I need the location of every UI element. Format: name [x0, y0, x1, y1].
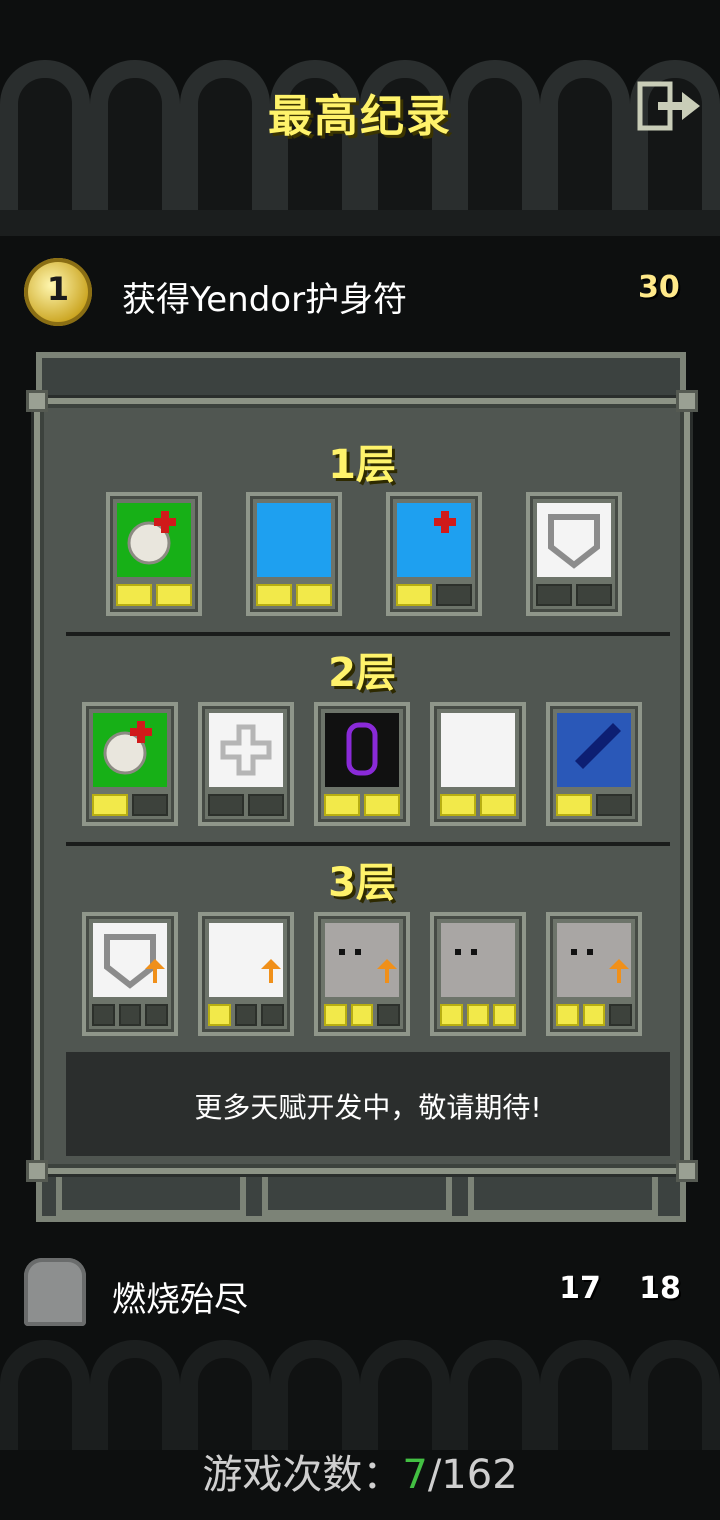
tier-3-title: 3层 [328, 860, 396, 906]
talent-face-shield-slot[interactable] [430, 912, 526, 1036]
hero-level: 30 [638, 270, 680, 305]
talent-point-empty [536, 584, 572, 606]
talent-rocket-eye-icon [557, 713, 631, 787]
talent-point-filled [364, 794, 400, 816]
record-row[interactable]: 1 获得Yendor护身符 30 [0, 258, 720, 328]
talent-purple-key-slot[interactable] [314, 702, 410, 826]
talent-points [256, 584, 332, 606]
talent-face-up-icon [325, 923, 399, 997]
tier-1-title: 1层 [328, 442, 396, 488]
games-won-count: 7 [402, 1452, 428, 1498]
talent-face-shield-icon [441, 923, 515, 997]
talent-point-filled [324, 1004, 347, 1026]
talent-points [92, 794, 168, 816]
talent-armor-up-slot[interactable] [82, 912, 178, 1036]
talent-points [92, 1004, 169, 1026]
talent-point-filled [556, 794, 592, 816]
talent-armor-shield-slot[interactable] [526, 492, 622, 616]
talent-purple-key-icon [325, 713, 399, 787]
talent-points [556, 1004, 633, 1026]
page-title: 最高纪录 [268, 91, 452, 142]
exit-icon [637, 81, 700, 131]
games-played-label: 游戏次数： [202, 1452, 403, 1498]
record-description: 获得Yendor护身符 [122, 280, 408, 320]
talent-points [324, 1004, 401, 1026]
talent-point-filled [493, 1004, 517, 1026]
talent-point-empty [208, 794, 244, 816]
coming-soon-bar: 更多天赋开发中，敬请期待! [66, 1052, 670, 1156]
talent-point-empty [576, 584, 612, 606]
tombstone-icon [24, 1258, 86, 1326]
talent-cross-slot[interactable] [198, 702, 294, 826]
talent-rocket-eye-slot[interactable] [546, 702, 642, 826]
record-description: 燃烧殆尽 [112, 1280, 248, 1320]
talent-point-empty [145, 1004, 169, 1026]
talents-window: 1层 2层 3层 更多天赋开发中，敬请期待! [26, 390, 698, 1182]
talent-armor-up-icon [93, 923, 167, 997]
talent-id-heal-slot[interactable] [386, 492, 482, 616]
talent-point-filled [350, 1004, 374, 1026]
talent-point-filled [208, 1004, 231, 1026]
tier-2-title: 2层 [328, 650, 396, 696]
talent-weapon-armor-id-icon [257, 503, 331, 577]
talent-point-filled [440, 1004, 463, 1026]
talent-heal-armor-icon [93, 713, 167, 787]
talent-skulls-icon [441, 713, 515, 787]
talent-points [556, 794, 632, 816]
talent-point-filled [556, 1004, 579, 1026]
talent-face-up-2-icon [557, 923, 631, 997]
talent-point-empty [92, 1004, 115, 1026]
divider [66, 632, 670, 636]
talent-point-filled [396, 584, 432, 606]
talent-points [208, 794, 284, 816]
exit-button[interactable] [636, 80, 704, 132]
talent-point-empty [234, 1004, 258, 1026]
talent-weapons-up-slot[interactable] [198, 912, 294, 1036]
talent-cross-icon [209, 713, 283, 787]
talent-point-empty [609, 1004, 633, 1026]
talent-face-up-2-slot[interactable] [546, 912, 642, 1036]
rank-number: 1 [46, 270, 70, 308]
talent-points [116, 584, 192, 606]
amulet-icon: 1 [24, 258, 92, 326]
talent-skulls-slot[interactable] [430, 702, 526, 826]
talent-point-filled [116, 584, 152, 606]
hero-level: 18 [639, 1271, 681, 1306]
talent-points [324, 794, 400, 816]
talent-weapon-armor-id-slot[interactable] [246, 492, 342, 616]
talent-point-empty [261, 1004, 285, 1026]
divider [66, 842, 670, 846]
talent-face-up-slot[interactable] [314, 912, 410, 1036]
talent-point-filled [156, 584, 192, 606]
talent-point-filled [324, 794, 360, 816]
talent-point-filled [256, 584, 292, 606]
talent-point-filled [582, 1004, 606, 1026]
games-total-count: /162 [427, 1452, 518, 1498]
talent-point-filled [296, 584, 332, 606]
talent-point-empty [248, 794, 284, 816]
talent-point-empty [377, 1004, 401, 1026]
talent-weapons-up-icon [209, 923, 283, 997]
talent-point-filled [480, 794, 516, 816]
talent-armor-shield-icon [537, 503, 611, 577]
talent-id-heal-icon [397, 503, 471, 577]
talent-point-empty [596, 794, 632, 816]
talent-point-filled [92, 794, 128, 816]
talent-point-empty [436, 584, 472, 606]
games-played: 游戏次数：7/162 [0, 1442, 720, 1500]
talent-point-empty [132, 794, 168, 816]
depth-counter: 17 [559, 1271, 601, 1306]
talent-points [536, 584, 612, 606]
talent-points [396, 584, 472, 606]
coming-soon-text: 更多天赋开发中，敬请期待! [194, 1091, 542, 1124]
talent-point-filled [440, 794, 476, 816]
talent-heal-shield-icon [117, 503, 191, 577]
talent-points [440, 1004, 517, 1026]
talent-heal-shield-slot[interactable] [106, 492, 202, 616]
talent-point-filled [466, 1004, 490, 1026]
talent-points [440, 794, 516, 816]
talent-point-empty [118, 1004, 142, 1026]
talent-heal-armor-slot[interactable] [82, 702, 178, 826]
talent-points [208, 1004, 285, 1026]
